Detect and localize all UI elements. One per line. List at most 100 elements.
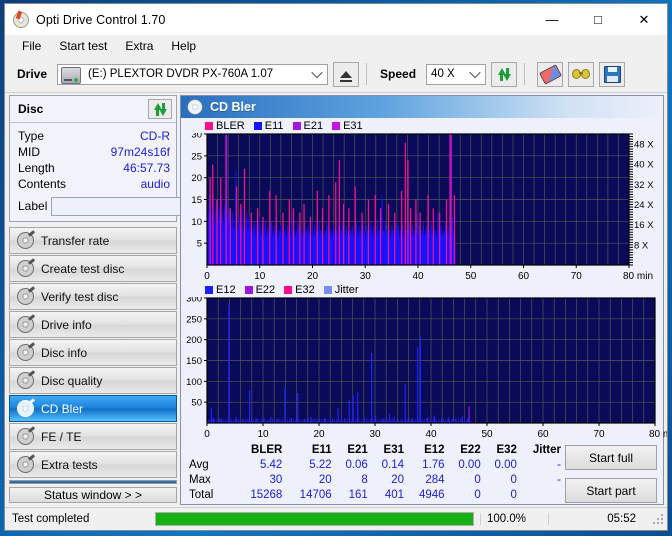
svg-text:80 min: 80 min xyxy=(649,429,667,440)
svg-text:50: 50 xyxy=(191,398,202,409)
sidebar-item-verify-test-disc[interactable]: Verify test disc xyxy=(9,283,177,310)
sidebar-item-cd-bler[interactable]: CD Bler xyxy=(9,395,177,422)
glasses-icon xyxy=(572,68,591,80)
refresh-icon xyxy=(497,67,512,82)
top-chart-legend: BLER E11 E21 E31 xyxy=(183,119,661,133)
legend-swatch xyxy=(332,122,341,130)
eject-button[interactable] xyxy=(333,61,360,87)
cell-total-bler: 15268 xyxy=(250,489,283,502)
cell-avg-e21: 0.06 xyxy=(345,458,368,471)
cell-total-jitter xyxy=(521,488,565,503)
menu-extra[interactable]: Extra xyxy=(116,37,162,55)
legend-swatch xyxy=(284,286,293,294)
speed-select[interactable]: 40 X xyxy=(426,63,487,85)
cell-avg-e11: 5.22 xyxy=(309,458,332,471)
row-label-max: Max xyxy=(189,473,211,486)
toolbar: Drive (E:) PLEXTOR DVDR PX-760A 1.07 Spe… xyxy=(5,56,667,93)
disc-icon xyxy=(17,288,34,305)
sidebar-item-label: Create test disc xyxy=(41,261,125,276)
disc-row-length-value: 46:57.73 xyxy=(123,161,170,175)
toolbar-divider-2 xyxy=(524,63,526,85)
sidebar-item-label: CD Bler xyxy=(41,401,84,416)
bottom-chart[interactable]: 50 100 150 200 250 300 0 10 20 30 40 50 60 70 80 min xyxy=(183,297,667,441)
action-buttons: Start full Start part xyxy=(565,443,657,503)
charts-area: BLER E11 E21 E31 5 10 15 20 25 30 8 X 16… xyxy=(181,118,667,504)
menu-help[interactable]: Help xyxy=(162,37,205,55)
svg-text:20: 20 xyxy=(313,429,325,440)
svg-text:200: 200 xyxy=(186,335,202,346)
legend-swatch xyxy=(323,286,332,294)
close-icon[interactable]: ✕ xyxy=(621,4,667,35)
disc-row-type-key: Type xyxy=(18,129,45,143)
cell-max-e21: 8 xyxy=(361,473,368,486)
cell-avg-e22: 0.00 xyxy=(458,458,481,471)
cell-total-e12: 4946 xyxy=(418,489,445,502)
svg-text:30: 30 xyxy=(360,271,372,282)
resize-grip[interactable] xyxy=(652,513,664,525)
legend-label: E31 xyxy=(343,120,363,132)
svg-text:24 X: 24 X xyxy=(634,200,654,211)
sidebar-item-label: Disc quality xyxy=(41,373,103,388)
col-e31: E31 xyxy=(383,444,404,456)
sidebar-item-create-test-disc[interactable]: Create test disc xyxy=(9,255,177,282)
svg-text:150: 150 xyxy=(186,356,202,367)
sidebar-item-fe-te[interactable]: FE / TE xyxy=(9,423,177,450)
cell-avg-e32: 0.00 xyxy=(494,458,517,471)
cell-avg-bler: 5.42 xyxy=(259,458,283,471)
cell-avg-e31: 0.14 xyxy=(381,458,404,471)
cell-total-e21: 161 xyxy=(348,489,368,502)
table-row: Max 30 20 8 20 284 0 0 - xyxy=(187,472,565,487)
menu-start-test[interactable]: Start test xyxy=(50,37,116,55)
progress-bar xyxy=(155,512,474,526)
sidebar: Disc Type CD-R MID 97m24s16f Length 46:5… xyxy=(5,93,228,507)
cd-bler-panel: CD Bler BLER E11 E21 E31 5 10 15 20 25 3… xyxy=(180,95,667,505)
sidebar-item-disc-quality[interactable]: Disc quality xyxy=(9,367,177,394)
settings-button[interactable] xyxy=(568,61,595,87)
refresh-speed-button[interactable] xyxy=(491,61,518,87)
sidebar-item-disc-info[interactable]: Disc info xyxy=(9,339,177,366)
erase-button[interactable] xyxy=(537,61,564,87)
legend-label: E21 xyxy=(303,120,324,132)
sidebar-item-transfer-rate[interactable]: Transfer rate xyxy=(9,227,177,254)
svg-text:50: 50 xyxy=(481,429,493,440)
svg-text:300: 300 xyxy=(186,297,202,305)
row-label-avg: Avg xyxy=(189,458,209,471)
sidebar-item-drive-info[interactable]: Drive info xyxy=(9,311,177,338)
floppy-disk-icon xyxy=(603,65,621,83)
start-part-button[interactable]: Start part xyxy=(565,478,657,503)
svg-text:100: 100 xyxy=(186,377,202,388)
top-chart[interactable]: 5 10 15 20 25 30 8 X 16 X 24 X 32 X 40 X 48 X 0 10 20 3… xyxy=(183,133,661,283)
svg-text:250: 250 xyxy=(186,314,202,325)
sidebar-item-label: Verify test disc xyxy=(41,289,119,304)
svg-text:60: 60 xyxy=(518,271,530,282)
legend-item-e32: E32 xyxy=(284,284,315,296)
sidebar-item-label: Extra tests xyxy=(41,457,98,472)
maximize-icon[interactable]: □ xyxy=(575,4,621,35)
cell-max-e31: 20 xyxy=(391,473,404,486)
application-window: Opti Drive Control 1.70 — □ ✕ File Start… xyxy=(4,3,668,531)
legend-label: E12 xyxy=(216,284,236,296)
disc-icon xyxy=(17,400,34,417)
legend-swatch xyxy=(244,286,253,294)
col-e12: E12 xyxy=(424,444,445,456)
svg-text:30: 30 xyxy=(191,133,202,141)
save-button[interactable] xyxy=(599,61,626,87)
disc-icon xyxy=(17,456,34,473)
cell-max-e32: 0 xyxy=(510,473,517,486)
start-full-button[interactable]: Start full xyxy=(565,445,657,470)
progress-fill xyxy=(156,513,473,525)
refresh-disc-button[interactable] xyxy=(148,99,172,119)
cell-total-e31: 401 xyxy=(384,489,404,502)
status-window-button[interactable]: Status window > > xyxy=(9,487,177,503)
chevron-down-icon xyxy=(311,66,323,79)
legend-item-e22: E22 xyxy=(244,284,275,296)
legend-item-bler: BLER xyxy=(205,120,245,132)
cell-max-e11: 20 xyxy=(318,473,332,486)
svg-text:40 X: 40 X xyxy=(634,160,654,171)
status-bar: Test completed 100.0% 05:52 xyxy=(5,507,667,530)
sidebar-item-extra-tests[interactable]: Extra tests xyxy=(9,451,177,478)
drive-select[interactable]: (E:) PLEXTOR DVDR PX-760A 1.07 xyxy=(57,63,329,85)
menu-file[interactable]: File xyxy=(13,37,50,55)
minimize-icon[interactable]: — xyxy=(529,4,575,35)
disc-row-length-key: Length xyxy=(18,161,55,175)
